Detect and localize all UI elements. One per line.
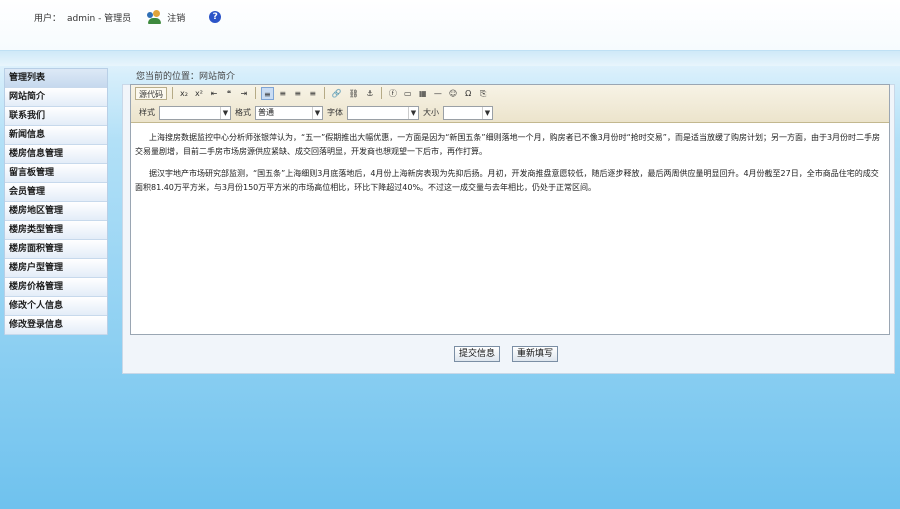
sidebar-item-news[interactable]: 新闻信息 xyxy=(5,126,107,145)
unlink-icon[interactable]: ⛓ xyxy=(347,87,361,100)
format-select[interactable]: 普通 ▼ xyxy=(255,105,323,120)
align-justify-icon[interactable]: ≡ xyxy=(307,87,319,100)
toolbar-row-buttons: 源代码 x₂ x² ⇤ ❝ ⇥ ≡ ≡ ≡ ≡ 🔗 ⛓ ⚓ ⓕ ▭ ▦ — ☺ … xyxy=(135,86,489,100)
reset-button[interactable]: 重新填写 xyxy=(512,346,559,362)
toolbar-divider xyxy=(380,87,382,99)
chevron-down-icon: ▼ xyxy=(220,106,230,119)
align-left-icon[interactable]: ≡ xyxy=(261,86,274,100)
font-select[interactable]: ▼ xyxy=(347,105,419,120)
indent-icon[interactable]: ⇥ xyxy=(238,87,250,100)
form-actions: 提交信息 重新填写 xyxy=(454,346,559,362)
superscript-icon[interactable]: x² xyxy=(193,87,205,100)
chevron-down-icon: ▼ xyxy=(312,106,322,119)
flash-icon[interactable]: ⓕ xyxy=(387,87,399,100)
size-select[interactable]: ▼ xyxy=(443,105,493,120)
users-icon xyxy=(147,10,162,24)
sidebar-item-guestbook[interactable]: 留言板管理 xyxy=(5,164,107,183)
content-paragraph: 上海搜房数据监控中心分析师张银萍认为，“五一”假期推出大幅优惠，一方面是因为“新… xyxy=(135,133,881,156)
style-label: 样式 xyxy=(139,108,155,117)
align-center-icon[interactable]: ≡ xyxy=(277,87,289,100)
content-paragraph: 据汉宇地产市场研究部监测，“国五条”上海细则3月底落地后，4月份上海新房表现为先… xyxy=(135,169,879,192)
toolbar-divider xyxy=(255,87,256,99)
sidebar-item-layout[interactable]: 楼房户型管理 xyxy=(5,259,107,278)
special-char-icon[interactable]: Ω xyxy=(462,87,474,100)
user-info: 用户： admin - 管理员 注销 ? xyxy=(34,10,222,24)
sidebar-item-area[interactable]: 楼房面积管理 xyxy=(5,240,107,259)
chevron-down-icon: ▼ xyxy=(482,106,492,119)
editor-toolbar: 源代码 x₂ x² ⇤ ❝ ⇥ ≡ ≡ ≡ ≡ 🔗 ⛓ ⚓ ⓕ ▭ ▦ — ☺ … xyxy=(131,85,889,123)
sidebar-item-building-info[interactable]: 楼房信息管理 xyxy=(5,145,107,164)
sidebar-item-profile[interactable]: 修改个人信息 xyxy=(5,297,107,316)
sidebar-item-about[interactable]: 网站简介 xyxy=(5,88,107,107)
chevron-down-icon: ▼ xyxy=(408,106,418,119)
sidebar-item-members[interactable]: 会员管理 xyxy=(5,183,107,202)
format-label: 格式 xyxy=(235,108,251,117)
smiley-icon[interactable]: ☺ xyxy=(447,87,459,100)
toolbar-divider xyxy=(323,87,325,99)
submit-button[interactable]: 提交信息 xyxy=(454,346,501,362)
blockquote-icon[interactable]: ❝ xyxy=(223,87,235,100)
link-icon[interactable]: 🔗 xyxy=(330,87,344,100)
align-right-icon[interactable]: ≡ xyxy=(292,87,304,100)
rich-text-editor[interactable]: 源代码 x₂ x² ⇤ ❝ ⇥ ≡ ≡ ≡ ≡ 🔗 ⛓ ⚓ ⓕ ▭ ▦ — ☺ … xyxy=(130,84,890,335)
help-icon[interactable]: ? xyxy=(209,11,222,23)
page-break-icon[interactable]: ⎘ xyxy=(477,87,489,100)
font-label: 字体 xyxy=(327,108,343,117)
user-value: admin - 管理员 xyxy=(67,13,132,24)
toolbar-row-selects: 样式 ▼ 格式 普通 ▼ 字体 ▼ 大小 ▼ xyxy=(139,105,493,120)
size-label: 大小 xyxy=(423,108,439,117)
anchor-icon[interactable]: ⚓ xyxy=(364,87,376,100)
sidebar-title: 管理列表 xyxy=(5,69,107,88)
editor-content[interactable]: 上海搜房数据监控中心分析师张银萍认为，“五一”假期推出大幅优惠，一方面是因为“新… xyxy=(131,123,889,195)
sidebar-item-region[interactable]: 楼房地区管理 xyxy=(5,202,107,221)
image-icon[interactable]: ▭ xyxy=(402,87,414,100)
format-value: 普通 xyxy=(258,107,274,117)
top-bar: 用户： admin - 管理员 注销 ? xyxy=(0,0,900,50)
sidebar-item-login-info[interactable]: 修改登录信息 xyxy=(5,316,107,335)
horizontal-rule-icon[interactable]: — xyxy=(432,87,444,100)
style-select[interactable]: ▼ xyxy=(159,105,231,120)
source-code-button[interactable]: 源代码 xyxy=(135,86,167,100)
outdent-icon[interactable]: ⇤ xyxy=(208,87,220,100)
user-label: 用户： xyxy=(34,13,62,24)
sidebar: 管理列表 网站简介 联系我们 新闻信息 楼房信息管理 留言板管理 会员管理 楼房… xyxy=(4,68,108,335)
breadcrumb: 您当前的位置：网站简介 xyxy=(136,72,236,82)
logout-link[interactable]: 注销 xyxy=(167,11,185,24)
table-icon[interactable]: ▦ xyxy=(417,87,429,100)
sidebar-item-price[interactable]: 楼房价格管理 xyxy=(5,278,107,297)
toolbar-divider xyxy=(172,87,173,99)
subscript-icon[interactable]: x₂ xyxy=(178,87,190,100)
header-band xyxy=(0,50,900,66)
sidebar-item-contact[interactable]: 联系我们 xyxy=(5,107,107,126)
sidebar-item-type[interactable]: 楼房类型管理 xyxy=(5,221,107,240)
